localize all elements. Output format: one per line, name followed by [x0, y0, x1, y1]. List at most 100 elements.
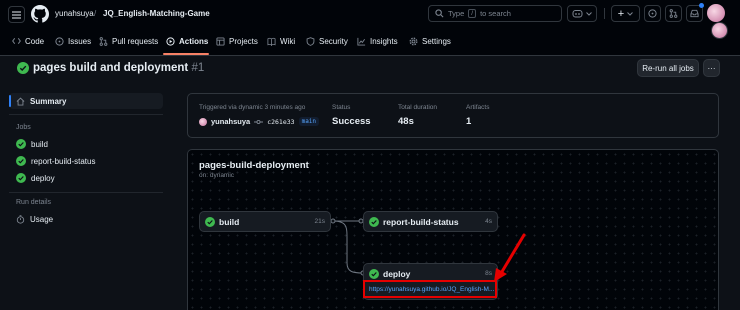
sidebar-run-details-heading: Run details — [16, 199, 52, 206]
create-new-button[interactable]: + — [611, 5, 640, 22]
branch-badge[interactable]: main — [298, 117, 320, 126]
notification-dot — [699, 3, 704, 8]
trigger-text: Triggered via dynamic 3 minutes ago — [199, 104, 306, 111]
breadcrumb-separator: / — [94, 9, 97, 18]
tab-issues[interactable]: Issues — [55, 35, 91, 47]
sidebar-job-label: build — [31, 139, 48, 149]
sidebar-job-label: report-build-status — [31, 156, 96, 166]
success-check-icon — [16, 156, 26, 166]
copilot-icon — [572, 10, 583, 18]
search-prefix: Type — [448, 9, 465, 18]
tab-pull-requests[interactable]: Pull requests — [99, 35, 158, 47]
chevron-down-icon — [586, 11, 592, 16]
page-title: pages build and deployment #1 — [33, 62, 204, 74]
actor-avatar — [199, 117, 207, 126]
pull-requests-button[interactable] — [665, 5, 682, 22]
duration-value: 48s — [398, 116, 414, 127]
sidebar-job-label: deploy — [31, 173, 55, 183]
more-options-button[interactable]: ··· — [703, 59, 720, 77]
stopwatch-icon — [16, 215, 25, 224]
tab-label: Pull requests — [112, 36, 159, 46]
job-card-report-build-status[interactable]: report-build-status 4s — [363, 211, 498, 232]
shield-icon — [306, 36, 315, 46]
job-name: deploy — [383, 269, 411, 279]
sidebar-job-build[interactable]: build — [16, 139, 48, 149]
tab-label: Wiki — [280, 36, 296, 46]
success-check-icon — [369, 269, 379, 279]
sidebar-divider — [9, 114, 163, 115]
tab-insights[interactable]: Insights — [357, 35, 398, 47]
tab-security[interactable]: Security — [306, 35, 348, 47]
job-name: build — [219, 217, 240, 227]
tab-wiki[interactable]: Wiki — [267, 35, 295, 47]
duration-label: Total duration — [398, 104, 438, 111]
sidebar-usage-label: Usage — [30, 215, 54, 224]
run-title-text: pages build and deployment — [33, 62, 189, 74]
annotation-arrow — [494, 233, 526, 282]
tab-label: Projects — [229, 36, 258, 46]
success-check-icon — [16, 173, 26, 183]
plus-icon: + — [617, 7, 625, 20]
copilot-button[interactable] — [567, 5, 597, 22]
tab-code[interactable]: Code — [12, 35, 44, 47]
issue-icon — [55, 36, 64, 46]
tab-settings[interactable]: Settings — [409, 35, 451, 47]
commit-icon — [254, 119, 264, 124]
hamburger-icon — [12, 11, 21, 18]
graph-icon — [357, 37, 366, 46]
issue-icon — [648, 9, 657, 18]
sidebar-job-deploy[interactable]: deploy — [16, 173, 55, 183]
status-value: Success — [332, 116, 371, 127]
breadcrumb-repo[interactable]: JQ_English-Matching-Game — [103, 9, 210, 18]
artifacts-label: Artifacts — [466, 104, 490, 111]
tab-label: Settings — [422, 36, 451, 46]
inbox-icon — [690, 9, 699, 18]
tab-label: Code — [25, 36, 45, 46]
tab-label: Security — [319, 36, 348, 46]
actor-name[interactable]: yunahsuya — [211, 117, 250, 126]
success-check-icon — [205, 217, 215, 227]
translate-extension-icon[interactable] — [711, 22, 728, 39]
header-divider — [604, 8, 605, 19]
artifacts-value[interactable]: 1 — [466, 116, 471, 127]
menu-button[interactable] — [8, 6, 25, 23]
breadcrumb-owner[interactable]: yunahsuya — [55, 9, 94, 18]
github-logo[interactable] — [31, 5, 49, 23]
sidebar-divider — [9, 192, 163, 193]
chevron-down-icon — [627, 11, 634, 16]
gear-icon — [409, 37, 418, 45]
code-icon — [12, 38, 21, 44]
sidebar-item-usage[interactable]: Usage — [16, 215, 53, 224]
issues-button[interactable] — [644, 5, 661, 22]
tab-label: Issues — [68, 36, 92, 46]
sidebar-job-report-build-status[interactable]: report-build-status — [16, 156, 95, 166]
run-summary-panel — [187, 93, 719, 138]
job-duration: 21s — [314, 218, 325, 225]
search-suffix: to search — [480, 9, 511, 18]
run-number: #1 — [191, 62, 205, 74]
sidebar-summary-label: Summary — [30, 97, 67, 106]
trigger-details: yunahsuya c261e33 main — [199, 117, 320, 126]
rerun-all-jobs-button[interactable]: Re-run all jobs — [637, 59, 699, 77]
tab-label: Insights — [370, 36, 398, 46]
annotation-highlight-box — [363, 280, 497, 298]
table-icon — [216, 36, 225, 46]
search-icon — [435, 9, 444, 18]
active-tab-indicator — [163, 53, 209, 55]
search-shortcut-key: / — [468, 9, 477, 18]
pull-request-icon — [669, 9, 678, 18]
run-status-success-icon — [17, 62, 29, 74]
commit-sha[interactable]: c261e33 — [267, 118, 294, 126]
success-check-icon — [369, 217, 379, 227]
tab-projects[interactable]: Projects — [216, 35, 258, 47]
job-card-build[interactable]: build 21s — [199, 211, 331, 232]
user-avatar[interactable] — [707, 4, 725, 22]
book-icon — [267, 37, 276, 46]
search-input[interactable]: Type / to search — [428, 5, 562, 22]
sidebar-summary-row: Summary — [16, 97, 66, 106]
job-name: report-build-status — [383, 217, 459, 227]
job-duration: 4s — [485, 218, 492, 225]
sidebar-jobs-heading: Jobs — [16, 124, 31, 131]
success-check-icon — [16, 139, 26, 149]
tab-actions[interactable]: Actions — [166, 35, 208, 47]
